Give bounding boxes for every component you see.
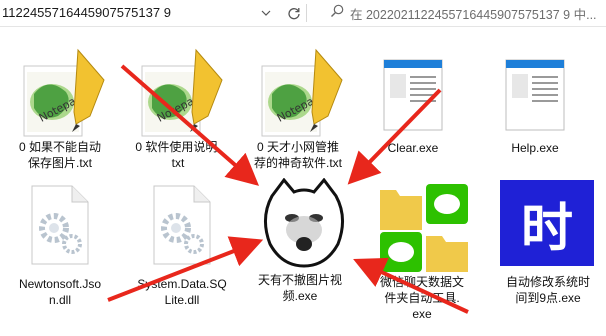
file-item[interactable]: Notepad+ 0 天才小网管推 荐的神奇软件.txt	[238, 46, 358, 171]
wechat-folders-icon	[380, 184, 468, 272]
file-label: 自动修改系统时 间到9点.exe	[505, 275, 590, 305]
notepad-icon: Notepad+	[141, 48, 223, 137]
meme-face-icon	[264, 178, 344, 268]
file-item[interactable]: System.Data.SQ Lite.dll	[122, 182, 242, 308]
file-item[interactable]: 天有不撤图片视 频.exe	[240, 178, 360, 304]
search-input[interactable]: 在 2022021122455716445907575137 9 中...	[350, 4, 597, 23]
file-label: Newtonsoft.Jso n.dll	[18, 277, 102, 307]
file-item[interactable]: Newtonsoft.Jso n.dll	[0, 182, 120, 308]
search-icon	[330, 4, 344, 23]
file-label: 0 天才小网管推 荐的神奇软件.txt	[253, 140, 342, 170]
file-label: System.Data.SQ Lite.dll	[137, 277, 227, 307]
toolbar-divider	[306, 4, 307, 22]
window-exe-icon	[505, 59, 565, 131]
file-label: 微信聊天数据文 件夹自动工具. exe	[379, 275, 464, 321]
notepad-icon: Notepad+	[261, 48, 343, 137]
time-char: 时	[520, 198, 573, 259]
file-item[interactable]: Notepad+ 0 如果不能自动 保存图片.txt	[0, 46, 120, 171]
file-item[interactable]: 微信聊天数据文 件夹自动工具. exe	[362, 178, 482, 322]
refresh-icon[interactable]	[282, 2, 306, 24]
dll-gear-icon	[153, 185, 211, 265]
dll-gear-icon	[31, 185, 89, 265]
file-item[interactable]: 时 自动修改系统时 间到9点.exe	[488, 178, 606, 306]
notepad-icon: Notepad+	[23, 48, 105, 137]
file-label: Help.exe	[511, 141, 559, 155]
window-exe-icon	[383, 59, 443, 131]
file-label: Clear.exe	[387, 141, 439, 155]
chevron-down-icon[interactable]	[254, 2, 278, 24]
file-label: 0 软件使用说明. txt	[135, 140, 221, 170]
address-field[interactable]: 1122455716445907575137 9	[0, 2, 252, 24]
address-bar-row: 1122455716445907575137 9 在 2022021122455…	[0, 0, 606, 27]
file-item[interactable]: Notepad+ 0 软件使用说明. txt	[118, 46, 238, 171]
file-label: 0 如果不能自动 保存图片.txt	[18, 140, 101, 170]
time-char-icon: 时	[500, 180, 594, 266]
search-box[interactable]: 在 2022021122455716445907575137 9 中...	[330, 2, 606, 24]
file-label: 天有不撤图片视 频.exe	[257, 273, 342, 303]
